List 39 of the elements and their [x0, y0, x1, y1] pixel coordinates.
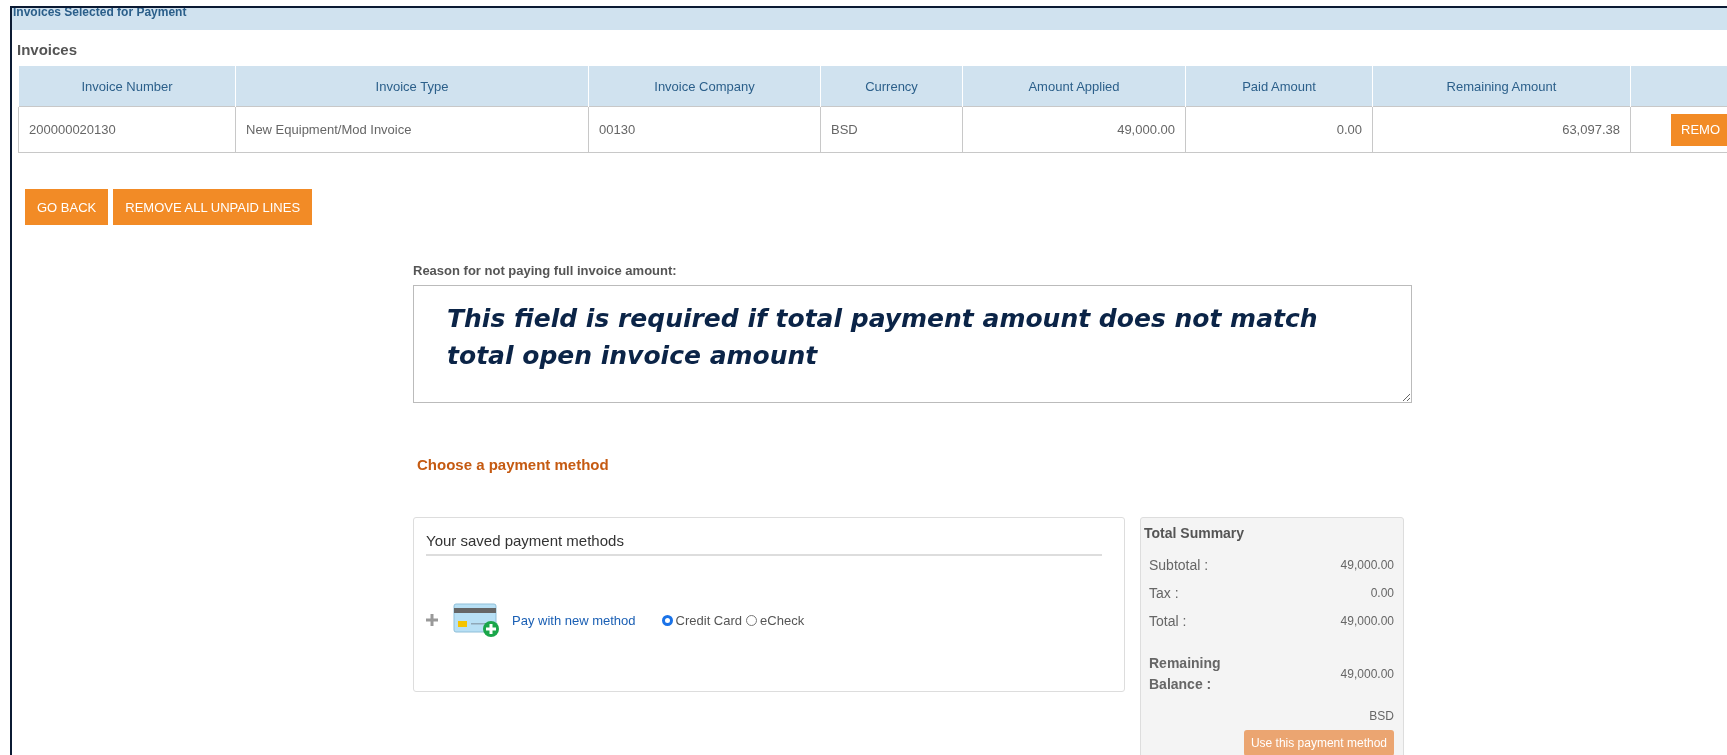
summary-label: Tax :: [1149, 585, 1179, 601]
action-button[interactable]: GO BACK: [25, 189, 109, 225]
table-title: Invoices: [17, 41, 79, 58]
remove-button[interactable]: REMO: [1671, 113, 1727, 146]
column-header: Currency: [820, 66, 963, 107]
table-cell: 00130: [588, 106, 821, 153]
field-label: Reason for not paying full invoice amount:: [413, 263, 678, 278]
credit-card-add-icon: [453, 602, 501, 638]
pay-with-new-method-link[interactable]: Pay with new method: [512, 612, 636, 628]
payment-method-heading: Choose a payment method: [417, 456, 610, 473]
action-button[interactable]: REMOVE ALL UNPAID LINES: [113, 189, 313, 225]
table-cell: BSD: [820, 106, 963, 153]
column-header: Invoice Company: [588, 66, 821, 107]
column-header: Invoice Number: [18, 66, 236, 107]
plus-icon[interactable]: [426, 614, 438, 626]
radio-label: Credit Card: [675, 612, 743, 628]
radio-label: eCheck: [760, 612, 805, 628]
table-cell: 200000020130: [18, 106, 236, 153]
summary-value: 49,000.00: [1340, 667, 1394, 681]
summary-label: Subtotal :: [1149, 557, 1209, 573]
column-header: Paid Amount: [1185, 66, 1373, 107]
section-title: Your saved payment methods: [426, 532, 1102, 556]
reason-field[interactable]: This field is required if total payment amount does not match total open invoice amount: [413, 285, 1412, 403]
section-title: Invoices Selected for Payment: [13, 8, 187, 19]
summary-label: Remaining Balance :: [1149, 654, 1222, 694]
summary-label: Total :: [1149, 613, 1187, 629]
column-header: Remaining Amount: [1372, 66, 1631, 107]
table-cell: 0.00: [1185, 106, 1373, 153]
summary-value: 49,000.00: [1340, 558, 1394, 572]
column-header: Amount Applied: [962, 66, 1186, 107]
column-header: Invoice Type: [235, 66, 589, 107]
table-cell: 49,000.00: [962, 106, 1186, 153]
table-cell: New Equipment/Mod Invoice: [235, 106, 589, 153]
summary-value: 49,000.00: [1340, 614, 1394, 628]
radio-button[interactable]: [661, 614, 673, 626]
table-cell: 63,097.38: [1372, 106, 1631, 153]
summary-title: Total Summary: [1144, 525, 1246, 541]
currency-code: BSD: [1369, 709, 1394, 723]
summary-value: 0.00: [1370, 586, 1394, 600]
